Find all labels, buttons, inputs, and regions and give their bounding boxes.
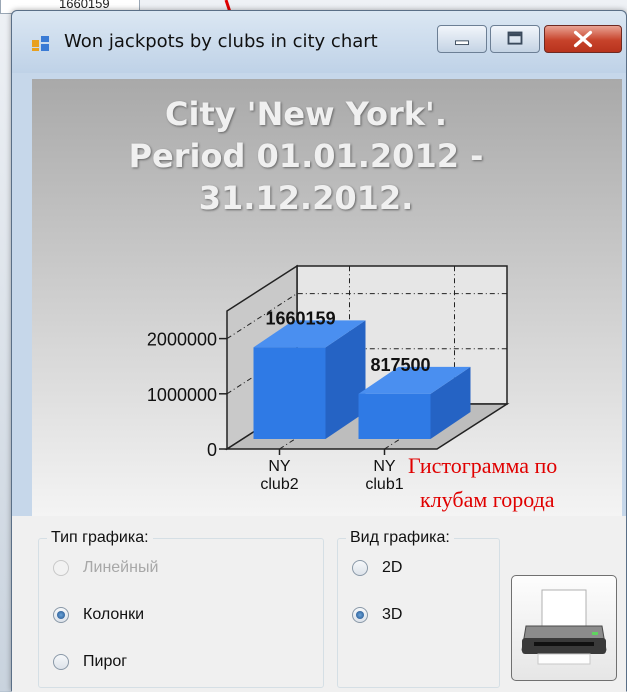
data-label: 817500: [371, 355, 431, 375]
view-group: Вид графика: 2D 3D: [337, 529, 500, 688]
x-tick-label: NY: [373, 458, 396, 475]
radio-3d-label: 3D: [382, 606, 403, 623]
maximize-button[interactable]: [490, 25, 540, 53]
radio-columns-label: Колонки: [83, 606, 145, 623]
app-icon: [32, 36, 49, 51]
window-title: Won jackpots by clubs in city chart: [64, 31, 378, 52]
title-bar[interactable]: Won jackpots by clubs in city chart: [12, 11, 626, 73]
radio-line-label: Линейный: [83, 559, 159, 576]
controls-panel: Тип графика: Линейный Колонки Пирог Вид …: [12, 516, 626, 692]
y-tick-label: 0: [207, 440, 217, 460]
chart-bar-front: [253, 347, 326, 439]
radio-button[interactable]: [53, 654, 69, 670]
bar-chart: 1660159817500010000002000000NYclub2NYclu…: [147, 264, 510, 493]
radio-button[interactable]: [352, 560, 368, 576]
radio-columns[interactable]: Колонки: [53, 604, 144, 626]
printer-icon: [521, 589, 607, 665]
print-button[interactable]: [511, 575, 617, 681]
x-tick-label: club1: [365, 476, 403, 493]
y-tick-label: 2000000: [147, 330, 217, 350]
maximize-icon: [507, 31, 523, 45]
annotation-line-2: клубам города: [420, 487, 555, 512]
radio-pie[interactable]: Пирог: [53, 651, 127, 673]
radio-line: Линейный: [53, 557, 158, 579]
y-tick-label: 1000000: [147, 385, 217, 405]
radio-2d-label: 2D: [382, 559, 403, 576]
chart-bar-front: [358, 393, 431, 439]
minimize-button[interactable]: [437, 25, 487, 53]
annotation-line-1: Гистограмма по: [408, 453, 558, 478]
chart-type-group: Тип графика: Линейный Колонки Пирог: [38, 529, 324, 688]
data-label: 1660159: [266, 308, 336, 328]
close-icon: [573, 30, 593, 48]
radio-button: [53, 560, 69, 576]
radio-2d[interactable]: 2D: [352, 557, 402, 579]
radio-3d[interactable]: 3D: [352, 604, 402, 626]
radio-button[interactable]: [53, 607, 69, 623]
chart-type-legend: Тип графика:: [47, 529, 153, 547]
chart-window: Won jackpots by clubs in city chart City…: [11, 10, 627, 692]
chart-area: City 'New York'. Period 01.01.2012 - 31.…: [32, 79, 622, 516]
radio-button[interactable]: [352, 607, 368, 623]
minimize-icon: [455, 40, 469, 46]
chart-bar: [253, 320, 366, 439]
x-tick-label: NY: [268, 458, 291, 475]
radio-pie-label: Пирог: [83, 653, 128, 670]
close-button[interactable]: [544, 25, 622, 53]
x-tick-label: club2: [260, 476, 298, 493]
view-legend: Вид графика:: [346, 529, 454, 547]
